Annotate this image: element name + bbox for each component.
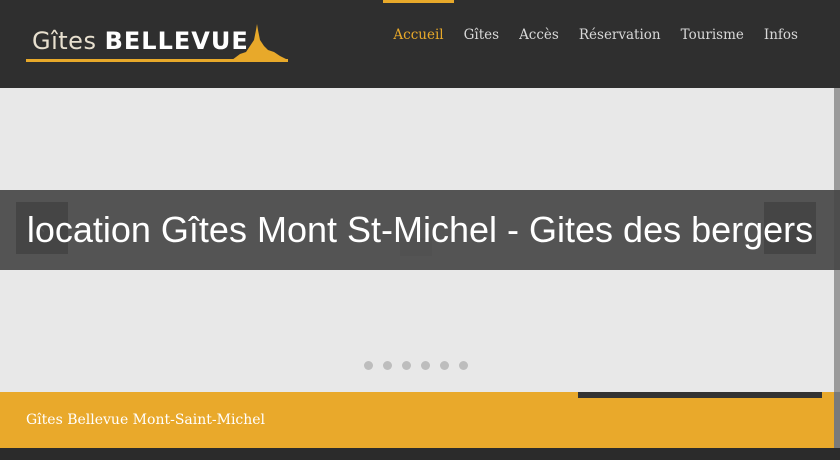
page-title-banner: location Gîtes Mont St-Michel - Gites de… <box>0 190 840 270</box>
nav-item-tourisme[interactable]: Tourisme <box>671 0 754 88</box>
mont-saint-michel-icon <box>222 24 288 62</box>
slider-dot-5[interactable] <box>440 361 449 370</box>
footer-tab <box>578 392 822 398</box>
slider-dot-4[interactable] <box>421 361 430 370</box>
nav-item-reservation[interactable]: Réservation <box>569 0 671 88</box>
main-nav: Accueil Gîtes Accès Réservation Tourisme… <box>383 0 808 88</box>
page-title: location Gîtes Mont St-Michel - Gites de… <box>26 209 814 250</box>
logo-text: Gîtes BELLEVUE <box>32 27 249 55</box>
logo-light-text: Gîtes <box>32 27 97 55</box>
slider-dot-3[interactable] <box>402 361 411 370</box>
nav-item-accueil[interactable]: Accueil <box>383 0 454 88</box>
nav-item-gites[interactable]: Gîtes <box>454 0 509 88</box>
site-header: Gîtes BELLEVUE Accueil Gîtes Accès Réser… <box>0 0 840 88</box>
nav-item-acces[interactable]: Accès <box>509 0 569 88</box>
footer-edge <box>834 392 840 448</box>
slider-dot-2[interactable] <box>383 361 392 370</box>
nav-item-infos[interactable]: Infos <box>754 0 808 88</box>
logo-underline <box>26 59 288 62</box>
bottom-strip <box>0 448 840 460</box>
slider-dot-1[interactable] <box>364 361 373 370</box>
footer-band: Gîtes Bellevue Mont-Saint-Michel <box>0 392 834 448</box>
site-logo[interactable]: Gîtes BELLEVUE <box>26 22 290 64</box>
footer-text: Gîtes Bellevue Mont-Saint-Michel <box>26 412 266 428</box>
slider-dot-6[interactable] <box>459 361 468 370</box>
slider-pagination <box>364 361 468 370</box>
